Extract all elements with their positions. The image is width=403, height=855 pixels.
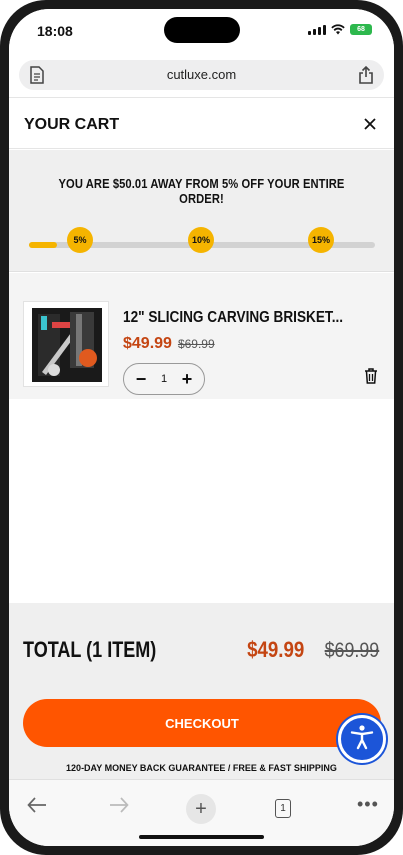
cart-item: 12" SLICING CARVING BRISKET... $49.99 $6… bbox=[9, 273, 394, 399]
cart-header: YOUR CART bbox=[9, 97, 394, 149]
close-icon[interactable] bbox=[361, 115, 379, 133]
quantity-stepper: − 1 + bbox=[123, 363, 205, 395]
total-sale-price: $49.99 bbox=[247, 637, 305, 662]
discount-message: YOU ARE $50.01 AWAY FROM 5% OFF YOUR ENT… bbox=[58, 176, 345, 206]
back-arrow-icon[interactable] bbox=[27, 797, 47, 818]
home-indicator bbox=[139, 835, 264, 839]
status-time: 18:08 bbox=[37, 23, 73, 39]
address-bar[interactable]: cutluxe.com bbox=[19, 60, 384, 90]
discount-progress-fill bbox=[29, 242, 57, 248]
total-label: TOTAL (1 ITEM) bbox=[23, 637, 157, 662]
checkout-button[interactable]: CHECKOUT bbox=[23, 699, 381, 747]
milestone-15: 15% bbox=[308, 227, 334, 253]
status-bar: 18:08 68 bbox=[9, 9, 394, 55]
quantity-value: 1 bbox=[160, 373, 168, 385]
forward-arrow-icon[interactable] bbox=[109, 797, 129, 818]
more-icon[interactable]: ••• bbox=[357, 794, 379, 815]
accessibility-button[interactable] bbox=[338, 715, 386, 763]
cart-title: YOUR CART bbox=[24, 116, 120, 133]
product-name[interactable]: 12" SLICING CARVING BRISKET... bbox=[123, 309, 343, 327]
product-price-row: $49.99 $69.99 bbox=[123, 335, 215, 353]
accessibility-icon bbox=[349, 724, 375, 755]
phone-screen: 18:08 68 cutluxe.com YOUR CART YOU ARE $ bbox=[9, 9, 394, 846]
increase-quantity-button[interactable]: + bbox=[180, 370, 194, 388]
total-prices: $49.99 $69.99 bbox=[237, 637, 379, 663]
url-text[interactable]: cutluxe.com bbox=[19, 67, 384, 82]
battery-icon: 68 bbox=[350, 24, 372, 35]
wifi-icon bbox=[331, 24, 345, 35]
trash-icon[interactable] bbox=[364, 368, 378, 389]
status-icons: 68 bbox=[308, 24, 372, 35]
milestone-10: 10% bbox=[188, 227, 214, 253]
milestone-5: 5% bbox=[67, 227, 93, 253]
product-image[interactable] bbox=[23, 301, 109, 387]
total-original-price: $69.99 bbox=[324, 639, 379, 662]
tabs-icon[interactable]: 1 bbox=[275, 799, 291, 818]
guarantee-text: 120-DAY MONEY BACK GUARANTEE / FREE & FA… bbox=[66, 763, 337, 773]
product-original-price: $69.99 bbox=[177, 337, 215, 351]
share-icon[interactable] bbox=[358, 65, 374, 89]
plus-icon[interactable]: + bbox=[186, 794, 216, 824]
product-sale-price: $49.99 bbox=[123, 335, 172, 352]
decrease-quantity-button[interactable]: − bbox=[134, 370, 148, 388]
discount-progress-banner: YOU ARE $50.01 AWAY FROM 5% OFF YOUR ENT… bbox=[9, 150, 394, 272]
cart-summary: TOTAL (1 ITEM) $49.99 $69.99 CHECKOUT 12… bbox=[9, 603, 394, 783]
cellular-signal-icon bbox=[308, 24, 326, 35]
dynamic-island bbox=[164, 17, 240, 43]
